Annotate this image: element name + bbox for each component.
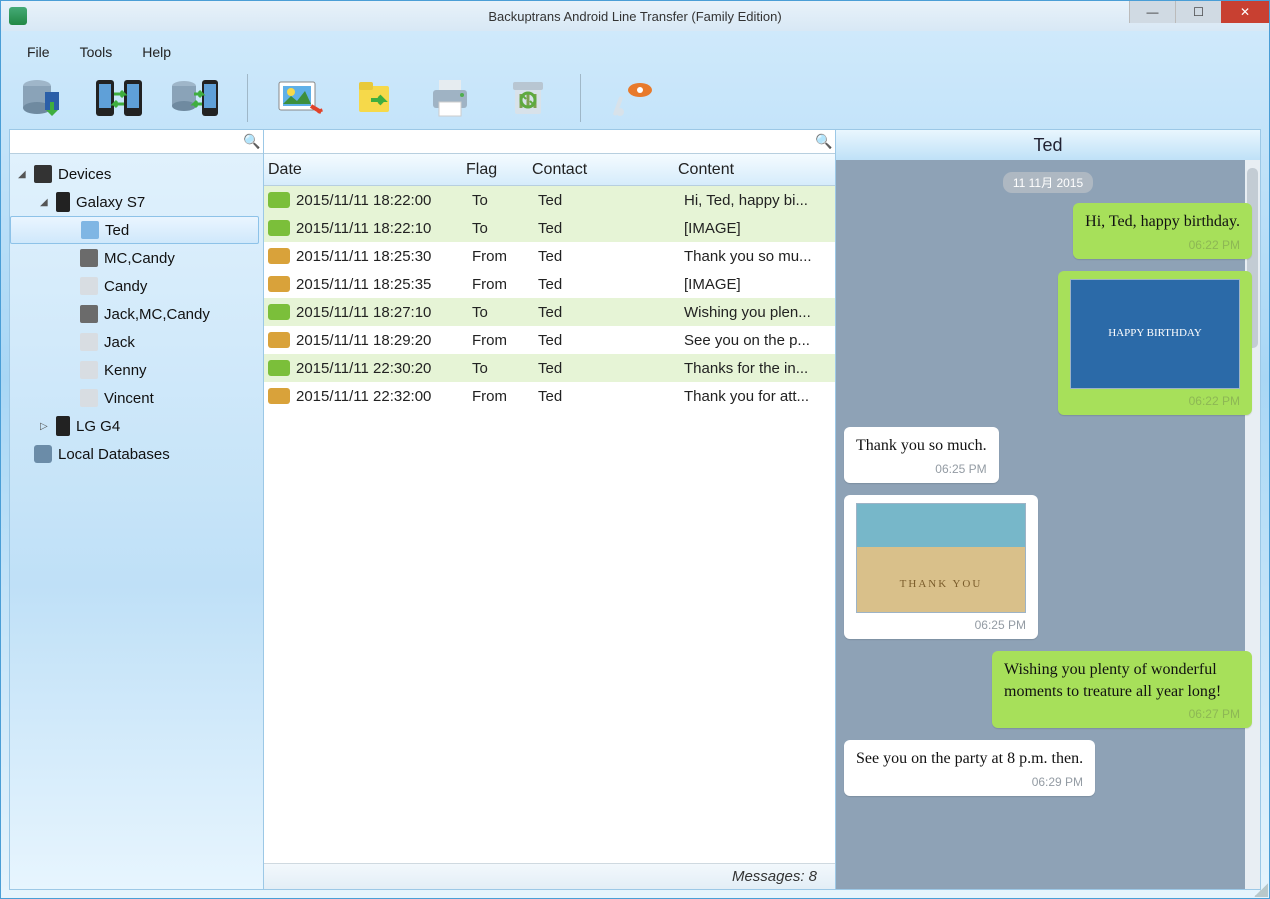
maximize-button[interactable]: ☐ (1175, 1, 1221, 23)
close-button[interactable]: ✕ (1221, 1, 1269, 23)
device-tree-pane: 🔍 ◢Devices◢Galaxy S7TedMC,CandyCandyJack… (9, 129, 264, 890)
table-row[interactable]: 2015/11/11 18:22:10ToTed[IMAGE] (264, 214, 835, 242)
message-text: Thank you so much. (856, 437, 987, 454)
tree-contact[interactable]: Vincent (10, 384, 263, 412)
toolbar-separator (580, 74, 581, 122)
tree-device[interactable]: ◢Galaxy S7 (10, 188, 263, 216)
grid-body[interactable]: 2015/11/11 18:22:00ToTedHi, Ted, happy b… (264, 186, 835, 863)
chat-message[interactable]: THANK YOU 06:25 PM (844, 495, 1252, 639)
msg-icon (268, 304, 290, 320)
message-time: 06:22 PM (1085, 237, 1240, 253)
col-content[interactable]: Content (678, 161, 835, 179)
message-time: 06:29 PM (856, 774, 1083, 790)
chat-title: Ted (836, 130, 1260, 160)
table-row[interactable]: 2015/11/11 22:32:00FromTedThank you for … (264, 382, 835, 410)
device-tree[interactable]: ◢Devices◢Galaxy S7TedMC,CandyCandyJack,M… (10, 154, 263, 889)
photo-export-icon[interactable] (272, 70, 328, 126)
titlebar[interactable]: Backuptrans Android Line Transfer (Famil… (1, 1, 1269, 31)
backup-db-icon[interactable] (15, 70, 71, 126)
menu-tools[interactable]: Tools (80, 44, 113, 60)
table-row[interactable]: 2015/11/11 18:25:30FromTedThank you so m… (264, 242, 835, 270)
grid-search: 🔍 (264, 130, 835, 154)
menu-help[interactable]: Help (142, 44, 171, 60)
chat-message[interactable]: Hi, Ted, happy birthday. 06:22 PM (844, 203, 1252, 259)
tree-contact[interactable]: Jack,MC,Candy (10, 300, 263, 328)
message-time: 06:25 PM (856, 461, 987, 477)
tree-contact[interactable]: Kenny (10, 356, 263, 384)
msg-icon (268, 192, 290, 208)
menubar: File Tools Help (9, 37, 1261, 67)
message-time: 06:22 PM (1070, 393, 1240, 409)
tree-contact[interactable]: Jack (10, 328, 263, 356)
tree-search: 🔍 (10, 130, 263, 154)
col-date[interactable]: Date (268, 161, 466, 179)
tree-device[interactable]: ▷LG G4 (10, 412, 263, 440)
message-time: 06:25 PM (856, 617, 1026, 633)
table-row[interactable]: 2015/11/11 22:30:20ToTedThanks for the i… (264, 354, 835, 382)
phone-sync-icon[interactable] (91, 70, 147, 126)
printer-icon[interactable] (424, 70, 480, 126)
chat-message[interactable]: HAPPY BIRTHDAY 06:22 PM (844, 271, 1252, 415)
chat-message[interactable]: Thank you so much. 06:25 PM (844, 427, 1252, 483)
chat-body[interactable]: 11 11月 2015 Hi, Ted, happy birthday. 06:22… (836, 160, 1260, 889)
msg-icon (268, 248, 290, 264)
toolbar (9, 67, 1261, 129)
col-contact[interactable]: Contact (532, 161, 678, 179)
minimize-button[interactable]: — (1129, 1, 1175, 23)
msg-icon (268, 388, 290, 404)
key-icon[interactable] (605, 70, 661, 126)
resize-grip[interactable] (1254, 883, 1268, 897)
search-icon[interactable]: 🔍 (813, 131, 835, 153)
toolbar-separator (247, 74, 248, 122)
db-phone-icon[interactable] (167, 70, 223, 126)
message-text: Hi, Ted, happy birthday. (1085, 213, 1240, 230)
search-icon[interactable]: 🔍 (241, 131, 263, 153)
app-icon (9, 7, 27, 25)
chat-pane: Ted 11 11月 2015 Hi, Ted, happy birthday. 0… (836, 129, 1261, 890)
tree-local-db[interactable]: Local Databases (10, 440, 263, 468)
tree-contact[interactable]: Candy (10, 272, 263, 300)
message-text: Wishing you plenty of wonderful moments … (1004, 661, 1221, 700)
message-image: THANK YOU (856, 503, 1026, 613)
table-row[interactable]: 2015/11/11 18:27:10ToTedWishing you plen… (264, 298, 835, 326)
message-grid-pane: 🔍 Date Flag Contact Content 2015/11/11 1… (264, 129, 836, 890)
table-row[interactable]: 2015/11/11 18:22:00ToTedHi, Ted, happy b… (264, 186, 835, 214)
table-row[interactable]: 2015/11/11 18:29:20FromTedSee you on the… (264, 326, 835, 354)
window-title: Backuptrans Android Line Transfer (Famil… (488, 9, 781, 24)
table-row[interactable]: 2015/11/11 18:25:35FromTed[IMAGE] (264, 270, 835, 298)
menu-file[interactable]: File (27, 44, 50, 60)
tree-search-input[interactable] (10, 130, 241, 153)
msg-icon (268, 332, 290, 348)
msg-icon (268, 276, 290, 292)
message-image: HAPPY BIRTHDAY (1070, 279, 1240, 389)
trash-icon[interactable] (500, 70, 556, 126)
folder-export-icon[interactable] (348, 70, 404, 126)
tree-contact[interactable]: MC,Candy (10, 244, 263, 272)
tree-contact[interactable]: Ted (10, 216, 259, 244)
col-flag[interactable]: Flag (466, 161, 532, 179)
date-badge: 11 11月 2015 (1003, 172, 1093, 193)
msg-icon (268, 360, 290, 376)
chat-message[interactable]: Wishing you plenty of wonderful moments … (844, 651, 1252, 728)
chat-message[interactable]: See you on the party at 8 p.m. then. 06:2… (844, 740, 1252, 796)
msg-icon (268, 220, 290, 236)
tree-root[interactable]: ◢Devices (10, 160, 263, 188)
message-count: Messages: 8 (732, 868, 817, 885)
grid-header[interactable]: Date Flag Contact Content (264, 154, 835, 186)
scrollbar[interactable] (1245, 160, 1260, 889)
grid-search-input[interactable] (264, 130, 813, 153)
message-text: See you on the party at 8 p.m. then. (856, 750, 1083, 767)
message-time: 06:27 PM (1004, 706, 1240, 722)
grid-footer: Messages: 8 (264, 863, 835, 889)
